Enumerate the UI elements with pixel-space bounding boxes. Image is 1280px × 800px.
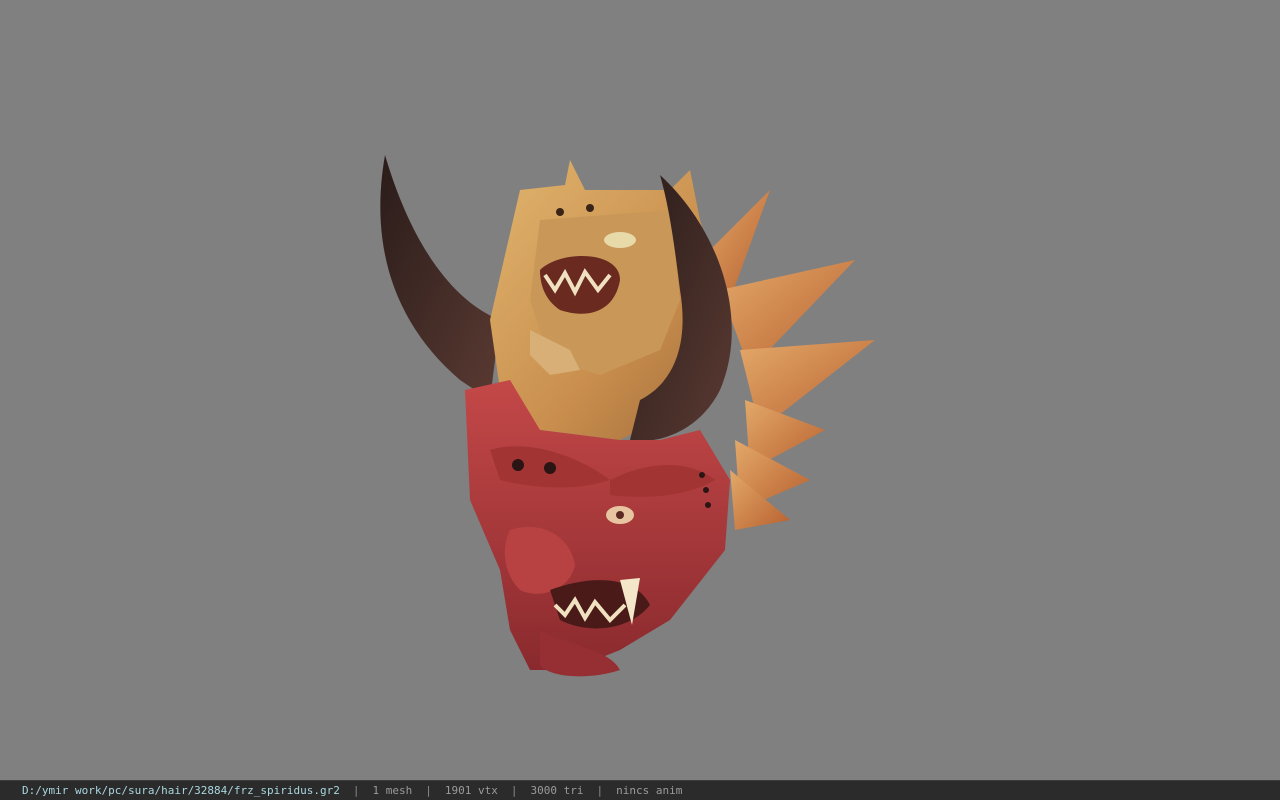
- 3d-viewport[interactable]: [0, 0, 1280, 780]
- file-path: D:/ymir work/pc/sura/hair/32884/frz_spir…: [22, 784, 340, 797]
- demon-oni-mask-icon: [380, 155, 875, 677]
- vertex-count: 1901 vtx: [444, 784, 498, 797]
- mesh-count: 1 mesh: [372, 784, 413, 797]
- anim-status: nincs anim: [616, 784, 683, 797]
- separator: |: [425, 784, 432, 797]
- triangle-count: 3000 tri: [530, 784, 584, 797]
- separator: |: [352, 784, 360, 797]
- separator: |: [596, 784, 604, 797]
- status-bar: D:/ymir work/pc/sura/hair/32884/frz_spir…: [0, 780, 1280, 800]
- separator: |: [510, 784, 518, 797]
